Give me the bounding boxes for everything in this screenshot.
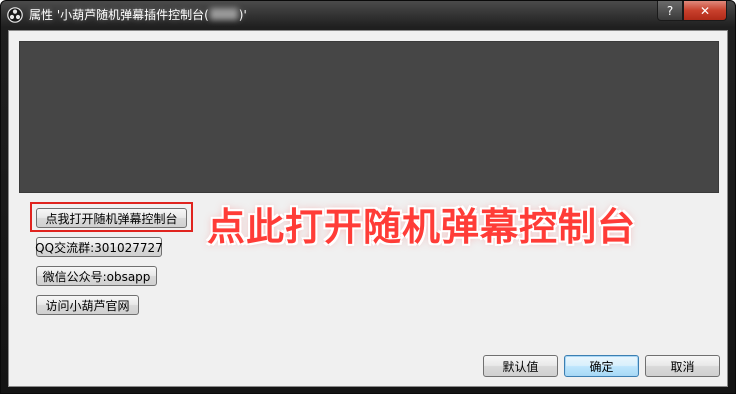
qq-group-button[interactable]: QQ交流群:301027727 xyxy=(35,237,163,257)
wechat-account-button[interactable]: 微信公众号:obsapp xyxy=(36,266,157,286)
obs-icon xyxy=(7,7,23,23)
dialog-body: 点我打开随机弹幕控制台 QQ交流群:301027727 微信公众号:obsapp… xyxy=(8,30,728,387)
close-icon: ✕ xyxy=(699,3,711,18)
window-title-prefix: 属性 '小葫芦随机弹幕插件控制台( xyxy=(29,8,209,22)
help-icon: ? xyxy=(666,3,674,18)
window-title-suffix: )' xyxy=(238,8,247,22)
ok-button[interactable]: 确定 xyxy=(564,355,639,377)
close-button[interactable]: ✕ xyxy=(683,1,727,21)
cancel-button[interactable]: 取消 xyxy=(645,355,720,377)
help-button[interactable]: ? xyxy=(657,1,683,21)
window-title: 属性 '小葫芦随机弹幕插件控制台( )' xyxy=(29,7,247,23)
visit-website-button[interactable]: 访问小葫芦官网 xyxy=(36,295,139,315)
annotation-text: 点此打开随机弹幕控制台 xyxy=(207,205,637,249)
defaults-button[interactable]: 默认值 xyxy=(483,355,558,377)
source-preview xyxy=(19,41,719,193)
title-redaction xyxy=(209,8,238,20)
properties-dialog: 属性 '小葫芦随机弹幕插件控制台( )' ? ✕ 点我打开随机弹幕控制台 QQ交流… xyxy=(0,0,736,394)
open-console-button[interactable]: 点我打开随机弹幕控制台 xyxy=(36,208,187,228)
title-bar[interactable]: 属性 '小葫芦随机弹幕插件控制台( )' ? ✕ xyxy=(1,1,735,29)
